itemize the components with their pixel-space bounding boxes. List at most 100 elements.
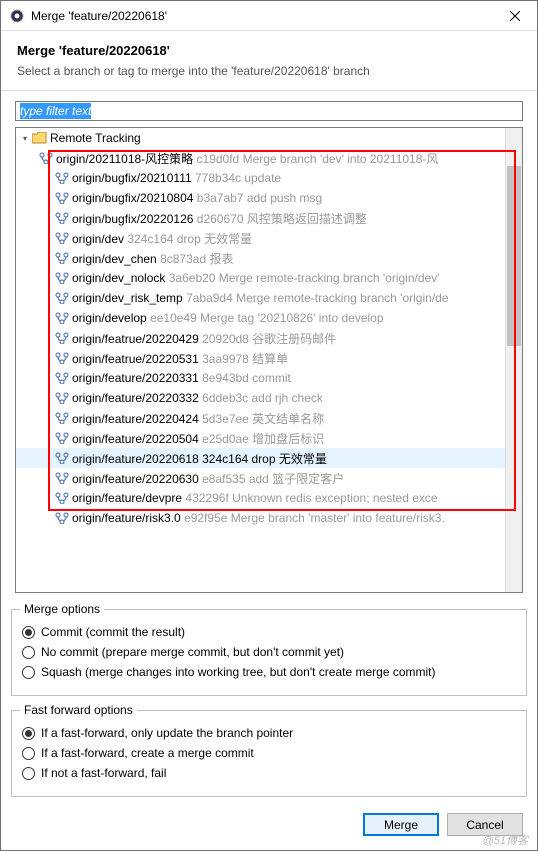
branch-row[interactable]: origin/feature/20220630 e8af535 add 篮子限定… [16, 468, 505, 488]
branch-row[interactable]: origin/feature/devpre 432296f Unknown re… [16, 488, 505, 508]
radio-label: If a fast-forward, create a merge commit [41, 746, 254, 760]
radio-label: If a fast-forward, only update the branc… [41, 726, 293, 740]
merge-options-group: Merge options Commit (commit the result)… [11, 609, 527, 696]
ff-option[interactable]: If a fast-forward, only update the branc… [22, 726, 516, 740]
branch-row[interactable]: origin/develop ee10e49 Merge tag '202108… [16, 308, 505, 328]
branch-icon [54, 171, 70, 185]
dialog-header: Merge 'feature/20220618' Select a branch… [1, 31, 537, 91]
branch-icon [54, 291, 70, 305]
branch-row[interactable]: origin/feature/20220331 8e943bd commit [16, 368, 505, 388]
ff-option[interactable]: If not a fast-forward, fail [22, 766, 516, 780]
branch-icon [54, 191, 70, 205]
branch-row[interactable]: origin/20211018-风控策略 c19d0fd Merge branc… [16, 148, 505, 168]
merge-option[interactable]: Squash (merge changes into working tree,… [22, 665, 516, 679]
ff-options-legend: Fast forward options [20, 703, 137, 717]
tree-folder-remote-tracking[interactable]: ▾ Remote Tracking [16, 128, 505, 148]
tree-scroll[interactable]: ▾ Remote Tracking origin/20211018-风控策略 c… [16, 128, 505, 592]
branch-label: origin/feature/risk3.0 e92f95e Merge bra… [70, 511, 445, 525]
radio-label: No commit (prepare merge commit, but don… [41, 645, 344, 659]
branch-row[interactable]: origin/feature/risk3.0 e92f95e Merge bra… [16, 508, 505, 528]
radio-icon [22, 666, 35, 679]
radio-label: Commit (commit the result) [41, 625, 185, 639]
branch-row[interactable]: origin/featrue/20220531 3aa9978 结算单 [16, 348, 505, 368]
branch-row[interactable]: origin/feature/20220618 324c164 drop 无效常… [16, 448, 505, 468]
branch-icon [54, 211, 70, 225]
folder-icon [32, 131, 48, 145]
branch-label: origin/20211018-风控策略 c19d0fd Merge branc… [54, 150, 438, 167]
branch-row[interactable]: origin/bugfix/20210804 b3a7ab7 add push … [16, 188, 505, 208]
close-button[interactable] [492, 1, 537, 31]
radio-icon [22, 626, 35, 639]
folder-label: Remote Tracking [48, 131, 141, 145]
branch-label: origin/feature/20220331 8e943bd commit [70, 371, 291, 385]
dialog-body: type filter text ▾ Remote Tracking origi… [1, 91, 537, 601]
branch-label: origin/dev_nolock 3a6eb20 Merge remote-t… [70, 271, 439, 285]
branch-icon [54, 471, 70, 485]
branch-label: origin/bugfix/20210111 778b34c update [70, 171, 281, 185]
branch-icon [54, 411, 70, 425]
branch-label: origin/dev 324c164 drop 无效常量 [70, 230, 252, 247]
radio-icon [22, 646, 35, 659]
branch-row[interactable]: origin/dev_chen 8c873ad 报表 [16, 248, 505, 268]
merge-option[interactable]: Commit (commit the result) [22, 625, 516, 639]
merge-option[interactable]: No commit (prepare merge commit, but don… [22, 645, 516, 659]
app-icon [9, 8, 25, 24]
radio-label: Squash (merge changes into working tree,… [41, 665, 435, 679]
radio-icon [22, 767, 35, 780]
branch-label: origin/bugfix/20210804 b3a7ab7 add push … [70, 191, 322, 205]
branch-label: origin/featrue/20220429 20920d8 谷歌注册码邮件 [70, 330, 336, 347]
scrollbar-thumb[interactable] [507, 166, 521, 346]
branch-label: origin/feature/20220630 e8af535 add 篮子限定… [70, 470, 344, 487]
filter-input[interactable]: type filter text [15, 101, 523, 121]
branch-label: origin/feature/20220332 6ddeb3c add rjh … [70, 391, 323, 405]
branch-icon [54, 351, 70, 365]
twisty-expanded-icon[interactable]: ▾ [18, 134, 32, 143]
radio-icon [22, 747, 35, 760]
branch-label: origin/dev_chen 8c873ad 报表 [70, 250, 233, 267]
titlebar: Merge 'feature/20220618' [1, 1, 537, 31]
ff-options-group: Fast forward options If a fast-forward, … [11, 710, 527, 797]
branch-row[interactable]: origin/bugfix/20210111 778b34c update [16, 168, 505, 188]
radio-icon [22, 727, 35, 740]
branch-row[interactable]: origin/dev_risk_temp 7aba9d4 Merge remot… [16, 288, 505, 308]
branch-row[interactable]: origin/feature/20220332 6ddeb3c add rjh … [16, 388, 505, 408]
branch-icon [54, 451, 70, 465]
branch-icon [54, 271, 70, 285]
branch-icon [38, 151, 54, 165]
branch-tree: ▾ Remote Tracking origin/20211018-风控策略 c… [15, 127, 523, 593]
header-title: Merge 'feature/20220618' [17, 43, 521, 58]
branch-row[interactable]: origin/dev_nolock 3a6eb20 Merge remote-t… [16, 268, 505, 288]
branch-label: origin/feature/devpre 432296f Unknown re… [70, 491, 438, 505]
branch-icon [54, 311, 70, 325]
branch-row[interactable]: origin/dev 324c164 drop 无效常量 [16, 228, 505, 248]
dialog-window: Merge 'feature/20220618' Merge 'feature/… [0, 0, 538, 851]
branch-row[interactable]: origin/feature/20220504 e25d0ae 增加盘后标识 [16, 428, 505, 448]
watermark-text: @51博客 [483, 832, 528, 848]
radio-label: If not a fast-forward, fail [41, 766, 166, 780]
branch-icon [54, 251, 70, 265]
branch-row[interactable]: origin/feature/20220424 5d3e7ee 英文结单名称 [16, 408, 505, 428]
window-title: Merge 'feature/20220618' [31, 9, 492, 23]
vertical-scrollbar[interactable] [505, 128, 522, 592]
branch-label: origin/bugfix/20220126 d260670 风控策略返回描述调… [70, 210, 367, 227]
branch-label: origin/feature/20220424 5d3e7ee 英文结单名称 [70, 410, 324, 427]
branch-icon [54, 391, 70, 405]
header-subtitle: Select a branch or tag to merge into the… [17, 64, 521, 78]
branch-icon [54, 371, 70, 385]
branch-icon [54, 331, 70, 345]
branch-icon [54, 431, 70, 445]
merge-options-legend: Merge options [20, 602, 104, 616]
ff-option[interactable]: If a fast-forward, create a merge commit [22, 746, 516, 760]
branch-row[interactable]: origin/bugfix/20220126 d260670 风控策略返回描述调… [16, 208, 505, 228]
branch-icon [54, 491, 70, 505]
branch-label: origin/feature/20220504 e25d0ae 增加盘后标识 [70, 430, 324, 447]
merge-button[interactable]: Merge [363, 813, 439, 836]
branch-label: origin/develop ee10e49 Merge tag '202108… [70, 311, 384, 325]
branch-label: origin/dev_risk_temp 7aba9d4 Merge remot… [70, 291, 449, 305]
branch-icon [54, 511, 70, 525]
branch-row[interactable]: origin/featrue/20220429 20920d8 谷歌注册码邮件 [16, 328, 505, 348]
branch-label: origin/featrue/20220531 3aa9978 结算单 [70, 350, 288, 367]
branch-icon [54, 231, 70, 245]
dialog-footer: Merge Cancel [1, 803, 537, 850]
branch-label: origin/feature/20220618 324c164 drop 无效常… [70, 450, 327, 467]
